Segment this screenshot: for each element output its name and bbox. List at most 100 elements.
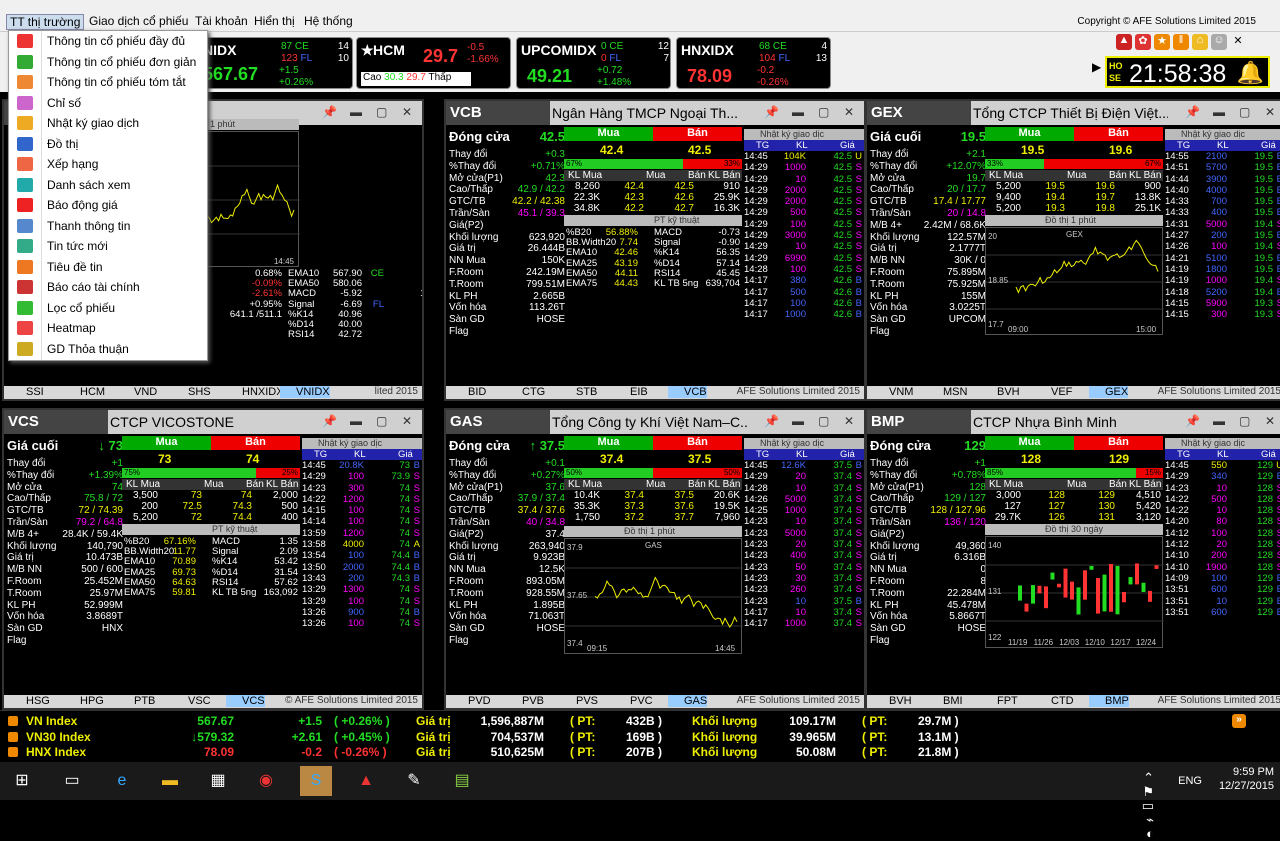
trade-log-header[interactable]: Nhật ký giao dịc	[744, 438, 864, 449]
maximize-icon[interactable]: ▢	[376, 105, 387, 119]
index-summary-row[interactable]: VN30 Index ↓579.32 +2.61 ( +0.45% ) Giá trị 7…	[0, 730, 1280, 745]
menu-giao-dich[interactable]: Giao dịch cổ phiếu	[86, 14, 191, 28]
menu-item[interactable]: Thông tin cổ phiếu đầy đủ	[9, 31, 207, 52]
panel-symbol[interactable]: VCS	[4, 410, 108, 434]
pin-icon[interactable]: 📌	[1185, 414, 1200, 428]
close-icon[interactable]: ✕	[1265, 105, 1275, 119]
star-badge-icon[interactable]: ★	[1154, 34, 1170, 50]
trade-log-header[interactable]: Nhật ký giao dịc	[302, 438, 422, 449]
user-icon[interactable]: ☺	[1211, 34, 1227, 50]
stock-panel-gex[interactable]: GEX Tổng CTCP Thiết Bị Điện Việt... 📌 ▬ ▢ ✕ Gi…	[865, 99, 1280, 401]
chart-tab-header[interactable]: Đồ thị 30 ngày	[985, 524, 1163, 535]
close-icon[interactable]: ✕	[1265, 414, 1275, 428]
chrome-icon[interactable]: ◉	[250, 766, 282, 796]
menu-item[interactable]: Thông tin cổ phiếu tóm tắt	[9, 72, 207, 93]
price-chart[interactable]: 20 18.85 17.7 09:00 15:00 GEX	[985, 227, 1164, 335]
symbol-tab[interactable]: BID	[452, 386, 486, 398]
maximize-icon[interactable]: ▢	[818, 414, 829, 428]
menu-item[interactable]: Thông tin cổ phiếu đơn giản	[9, 52, 207, 73]
symbol-tab[interactable]: VEF	[1035, 386, 1072, 398]
bell-icon[interactable]: 🔔	[1237, 60, 1264, 86]
symbol-tab[interactable]: PVC	[614, 695, 653, 707]
symbol-tab[interactable]: VCS	[226, 695, 265, 707]
menu-item[interactable]: GD Thỏa thuận	[9, 339, 207, 360]
sheet-icon[interactable]: ▤	[446, 766, 478, 796]
menu-item[interactable]: Đồ thị	[9, 134, 207, 155]
pause-icon[interactable]: ‖	[1173, 34, 1189, 50]
index-summary-row[interactable]: VN Index 567.67 +1.5 ( +0.26% ) Giá trị 1,596…	[0, 714, 1280, 729]
symbol-tab[interactable]: PTB	[118, 695, 155, 707]
menu-item[interactable]: Chỉ số	[9, 93, 207, 114]
maximize-icon[interactable]: ▢	[376, 414, 387, 428]
index-box-hnxidx[interactable]: HNXIDX 78.09 68 CE 4 104 FL 13 -0.2 -0.26%	[676, 37, 831, 89]
minimize-icon[interactable]: ▬	[1213, 414, 1225, 428]
index-summary-row[interactable]: HNX Index 78.09 -0.2 ( -0.26% ) Giá trị 510,6…	[0, 745, 1280, 760]
panel-symbol[interactable]: GEX	[867, 101, 971, 125]
symbol-tab[interactable]: HCM	[64, 386, 105, 398]
menu-item[interactable]: Lọc cổ phiếu	[9, 298, 207, 319]
price-chart[interactable]: 140 131 122 11/19 11/26 12/03 12/10 12/17 12/24	[985, 536, 1164, 648]
pin-icon[interactable]: 📌	[764, 105, 779, 119]
symbol-tab[interactable]: SSI	[10, 386, 44, 398]
symbol-tab[interactable]: BVH	[981, 386, 1020, 398]
pin-icon[interactable]: 📌	[322, 414, 337, 428]
panel-symbol[interactable]: GAS	[446, 410, 550, 434]
close-icon[interactable]: ✕	[1230, 34, 1246, 50]
stock-panel-vcb[interactable]: VCB Ngân Hàng TMCP Ngoại Th... 📌 ▬ ▢ ✕ Đóng cử…	[444, 99, 866, 401]
minimize-icon[interactable]: ▬	[350, 105, 362, 119]
lock-icon[interactable]: ⌂	[1192, 34, 1208, 50]
trade-log-header[interactable]: Nhật ký giao dịc	[1165, 438, 1280, 449]
index-box-upcomidx[interactable]: UPCOMIDX 49.21 0 CE 12 0 FL 7 +0.72 +1.48%	[516, 37, 671, 89]
symbol-tab[interactable]: HNXIDX	[226, 386, 284, 398]
menu-he-thong[interactable]: Hệ thống	[301, 14, 356, 28]
symbol-tab[interactable]: VNIDX	[280, 386, 330, 398]
symbol-tab[interactable]: STB	[560, 386, 597, 398]
symbol-tab[interactable]: VNM	[873, 386, 913, 398]
menu-item[interactable]: Nhật ký giao dịch	[9, 113, 207, 134]
symbol-tab[interactable]: FPT	[981, 695, 1018, 707]
edge-icon[interactable]: e	[106, 766, 138, 796]
chart-icon[interactable]: ▲	[1116, 34, 1132, 50]
expand-icon[interactable]: »	[1232, 714, 1246, 728]
menu-item[interactable]: Tiêu đề tin	[9, 257, 207, 278]
close-icon[interactable]: ✕	[402, 414, 412, 428]
menu-item[interactable]: Xếp hạng	[9, 154, 207, 175]
stock-panel-bmp[interactable]: BMP CTCP Nhựa Bình Minh 📌 ▬ ▢ ✕ Đóng cửa 129 Tha…	[865, 408, 1280, 710]
symbol-tab[interactable]: GAS	[668, 695, 708, 707]
symbol-tab[interactable]: PVB	[506, 695, 544, 707]
panel-symbol[interactable]: VCB	[446, 101, 550, 125]
symbol-tab[interactable]: BMI	[927, 695, 963, 707]
symbol-tab[interactable]: VCB	[668, 386, 707, 398]
chart-tab-header[interactable]: Đồ thị 1 phút	[985, 215, 1163, 226]
panel-symbol[interactable]: BMP	[867, 410, 971, 434]
symbol-tab[interactable]: PVS	[560, 695, 598, 707]
close-icon[interactable]: ✕	[844, 414, 854, 428]
menu-item[interactable]: Thanh thông tin	[9, 216, 207, 237]
symbol-tab[interactable]: CTD	[1035, 695, 1074, 707]
symbol-tab[interactable]: HPG	[64, 695, 104, 707]
symbol-tab[interactable]: PVD	[452, 695, 491, 707]
symbol-tab[interactable]: GEX	[1089, 386, 1129, 398]
play-icon[interactable]: ▶	[1092, 60, 1101, 74]
minimize-icon[interactable]: ▬	[350, 414, 362, 428]
price-chart[interactable]: 37.9 37.65 37.4 09:15 14:45 GAS	[564, 538, 743, 654]
symbol-tab[interactable]: BVH	[873, 695, 912, 707]
symbol-tab[interactable]: SHS	[172, 386, 211, 398]
stock-panel-gas[interactable]: GAS Tổng Công ty Khí Việt Nam–C... 📌 ▬ ▢ ✕ Đón…	[444, 408, 866, 710]
pin-icon[interactable]: 📌	[764, 414, 779, 428]
stock-panel-vcs[interactable]: VCS CTCP VICOSTONE 📌 ▬ ▢ ✕ Giá cuối ↓ 73 Thay đổ…	[2, 408, 424, 710]
minimize-icon[interactable]: ▬	[792, 414, 804, 428]
symbol-tab[interactable]: VSC	[172, 695, 211, 707]
maximize-icon[interactable]: ▢	[1239, 414, 1250, 428]
menu-tai-khoan[interactable]: Tài khoản	[192, 14, 251, 28]
system-tray[interactable]: ⌃ ⚑ ▭ ⌁ ◐ ENG 9:59 PM 12/27/2015	[1142, 765, 1274, 841]
paint-icon[interactable]: ✎	[398, 766, 430, 796]
folder-icon[interactable]: ▬	[154, 766, 186, 796]
skype-icon[interactable]: S	[300, 766, 332, 796]
maximize-icon[interactable]: ▢	[818, 105, 829, 119]
tech-tab-header[interactable]: PT kỹ thuật	[564, 215, 742, 226]
pin-icon[interactable]: 📌	[1185, 105, 1200, 119]
start-icon[interactable]: ⊞	[6, 766, 38, 796]
menu-tt-thi-truong[interactable]: TT thị trường	[6, 14, 85, 30]
menu-item[interactable]: Báo cáo tài chính	[9, 277, 207, 298]
